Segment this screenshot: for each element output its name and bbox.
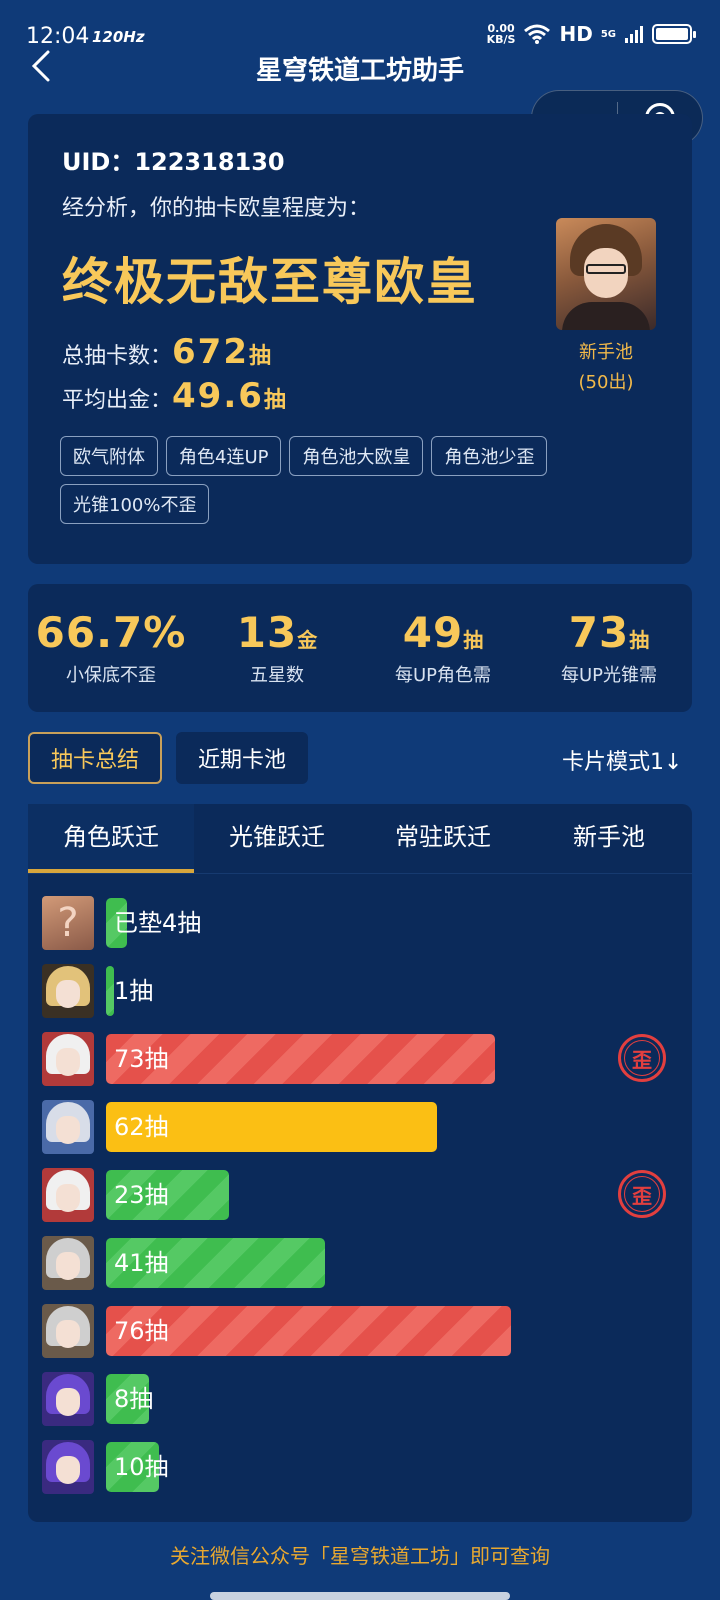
- pull-row: 8抽: [28, 1372, 692, 1440]
- stat-item: 73抽每UP光锥需: [526, 584, 692, 712]
- pull-count-label: 73抽: [114, 1045, 169, 1073]
- silver-character-avatar: [42, 1236, 94, 1290]
- off-banner-stamp-icon: 歪: [618, 1034, 666, 1082]
- unknown-avatar: ?: [42, 896, 94, 950]
- wifi-icon: [524, 24, 551, 44]
- off-banner-stamp-icon: 歪: [618, 1170, 666, 1218]
- network-speed: 0.00 KB/S: [486, 22, 516, 46]
- stats-card: 66.7% 小保底不歪 13金 五星数 49抽 每UP角色需 73抽 每UP光锥需: [28, 584, 692, 712]
- purple-hair-character-avatar: [42, 1372, 94, 1426]
- average-gold: 平均出金：49.6抽: [62, 376, 286, 416]
- tab-standard-warp[interactable]: 常驻跃迁: [360, 804, 526, 873]
- signal-type: 5G: [600, 28, 616, 40]
- status-time: 12:04: [26, 24, 90, 49]
- pull-row: ? 已垫4抽: [28, 896, 692, 964]
- pull-count-label: 8抽: [114, 1385, 154, 1413]
- tab-beginner-warp[interactable]: 新手池: [526, 804, 692, 873]
- tab-character-warp[interactable]: 角色跃迁: [28, 804, 194, 873]
- purple-hair-character-avatar: [42, 1440, 94, 1494]
- achievement-tag: 角色池大欧皇: [289, 436, 424, 476]
- pull-count-label: 10抽: [114, 1453, 169, 1481]
- footer-note: 关注微信公众号「星穹铁道工坊」即可查询: [170, 1544, 550, 1568]
- stat-caption: 五星数: [250, 665, 304, 686]
- analysis-text: 经分析，你的抽卡欧皇程度为：: [62, 196, 371, 221]
- pull-row: 41抽: [28, 1236, 692, 1304]
- beginner-pool-label: 新手池 (50出): [578, 342, 634, 393]
- page-title: 星穹铁道工坊助手: [255, 56, 464, 86]
- stat-unit: 金: [297, 628, 318, 652]
- pool-tabs: 角色跃迁 光锥跃迁 常驻跃迁 新手池: [28, 804, 692, 874]
- stat-unit: 抽: [629, 628, 650, 652]
- summary-card: UID：122318130 经分析，你的抽卡欧皇程度为： 终极无敌至尊欧皇 总抽…: [28, 114, 692, 564]
- tab-light-cone-warp[interactable]: 光锥跃迁: [194, 804, 360, 873]
- card-mode-toggle[interactable]: 卡片模式1↓: [562, 744, 692, 776]
- pull-count-label: 62抽: [114, 1113, 169, 1141]
- white-hair-character-avatar: [42, 1032, 94, 1086]
- stat-value: 66.7%: [35, 608, 187, 657]
- pull-row: 23抽 歪: [28, 1168, 692, 1236]
- stat-item: 66.7% 小保底不歪: [28, 584, 194, 712]
- pull-row: 76抽: [28, 1304, 692, 1372]
- status-icons: 0.00 KB/S HD 5G: [486, 22, 696, 46]
- achievement-tag: 光锥100%不歪: [60, 484, 210, 524]
- refresh-rate: 120Hz: [92, 28, 145, 46]
- blonde-character-avatar: [42, 964, 94, 1018]
- pull-count-label: 已垫4抽: [114, 909, 202, 937]
- silver-blue-character-avatar: [42, 1100, 94, 1154]
- pull-row: 62抽: [28, 1100, 692, 1168]
- stat-item: 49抽每UP角色需: [360, 584, 526, 712]
- hd-indicator: HD: [559, 22, 593, 46]
- home-indicator[interactable]: [210, 1592, 510, 1600]
- pull-history-list: ? 已垫4抽 1抽 73抽歪 62抽 23抽歪 41抽 76抽 8抽 10抽: [28, 896, 692, 1508]
- silver-character-avatar: [42, 1304, 94, 1358]
- stat-value: 49: [402, 608, 464, 657]
- pull-count-label: 23抽: [114, 1181, 169, 1209]
- pull-count-label: 1抽: [114, 977, 154, 1005]
- battery-icon: [652, 24, 696, 44]
- pull-bar: [106, 966, 114, 1016]
- pull-summary-button[interactable]: 抽卡总结: [28, 732, 162, 784]
- pull-row: 1抽: [28, 964, 692, 1032]
- pool-panel: 角色跃迁 光锥跃迁 常驻跃迁 新手池 ? 已垫4抽 1抽 73抽歪 62抽 23抽歪 41抽 76抽…: [28, 804, 692, 1522]
- stat-caption: 小保底不歪: [66, 665, 156, 686]
- achievement-tag: 欧气附体: [60, 436, 158, 476]
- uid-text: UID：122318130: [62, 148, 285, 176]
- recent-pools-button[interactable]: 近期卡池: [176, 732, 308, 784]
- pull-row: 10抽: [28, 1440, 692, 1508]
- pull-row: 73抽 歪: [28, 1032, 692, 1100]
- pull-count-label: 41抽: [114, 1249, 169, 1277]
- tag-list: 欧气附体 角色4连UP 角色池大欧皇 角色池少歪光锥100%不歪: [60, 436, 660, 524]
- achievement-tag: 角色池少歪: [431, 436, 548, 476]
- beginner-pool-character-avatar: [556, 218, 656, 330]
- stat-value: 13: [236, 608, 298, 657]
- total-pulls: 总抽卡数：672抽: [62, 332, 272, 372]
- stat-value: 73: [568, 608, 630, 657]
- white-hair-character-avatar: [42, 1168, 94, 1222]
- stat-unit: 抽: [463, 628, 484, 652]
- achievement-tag: 角色4连UP: [166, 436, 282, 476]
- luck-rank: 终极无敌至尊欧皇: [62, 253, 478, 311]
- signal-icon: [625, 26, 643, 43]
- stat-item: 13金五星数: [194, 584, 360, 712]
- stat-caption: 每UP光锥需: [560, 665, 658, 686]
- pull-count-label: 76抽: [114, 1317, 169, 1345]
- stat-caption: 每UP角色需: [394, 665, 492, 686]
